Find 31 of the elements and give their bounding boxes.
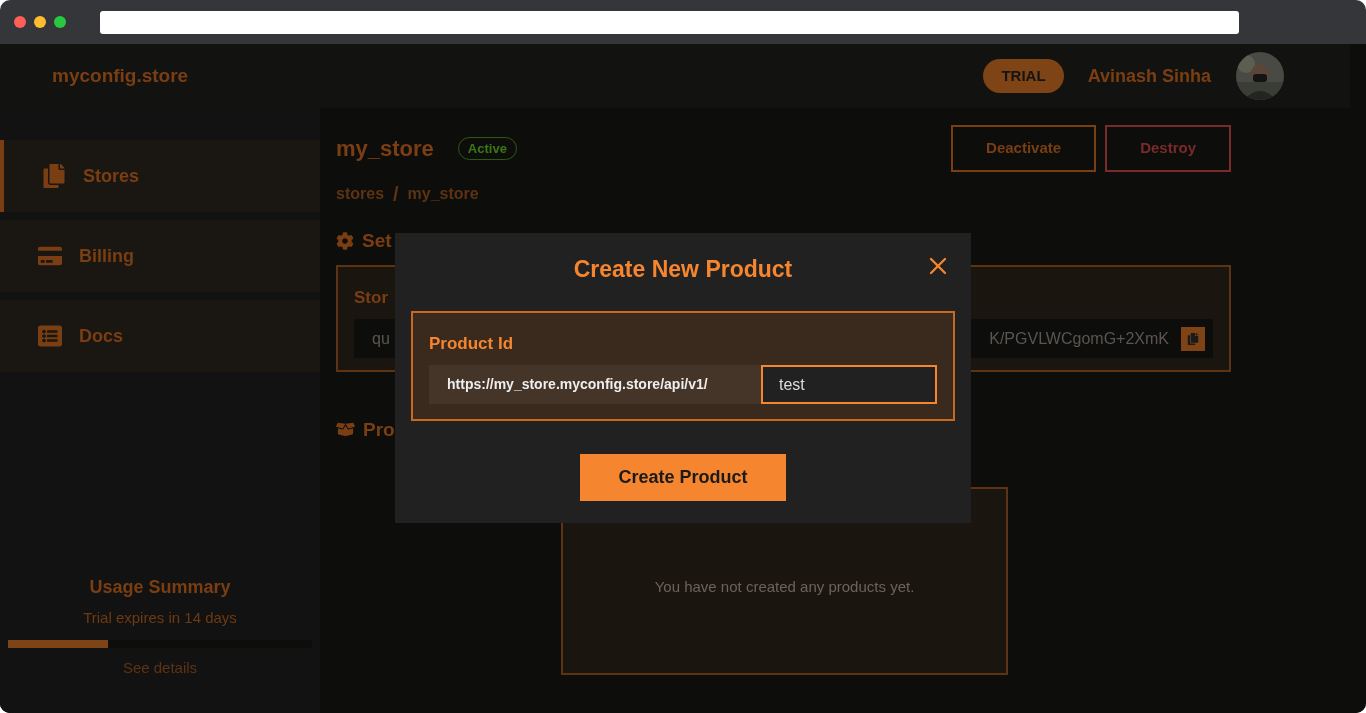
dialog-title: Create New Product bbox=[573, 255, 793, 284]
usage-subtitle: Trial expires in 14 days bbox=[83, 608, 237, 628]
list-icon bbox=[38, 324, 62, 348]
logo[interactable]: myconfig.store bbox=[52, 61, 189, 91]
url-prefix: https://my_store.myconfig.store/api/v1/ bbox=[429, 365, 761, 404]
plan-badge: TRIAL bbox=[983, 58, 1064, 94]
sidebar-item[interactable]: Billing bbox=[0, 220, 320, 292]
copy-button[interactable] bbox=[1181, 326, 1205, 351]
user-name[interactable]: Avinash Sinha bbox=[1087, 62, 1211, 90]
section-heading: Pro bbox=[363, 417, 395, 442]
breadcrumb-current: my_store bbox=[407, 184, 479, 204]
see-details-link[interactable]: See details bbox=[122, 656, 198, 679]
credit-card-icon bbox=[38, 244, 62, 268]
empty-message: You have not created any products yet. bbox=[654, 576, 915, 597]
section-heading: Set bbox=[362, 229, 392, 253]
product-id-input[interactable]: test bbox=[761, 365, 937, 404]
breadcrumb-link[interactable]: stores bbox=[336, 182, 385, 206]
gear-icon bbox=[336, 232, 354, 251]
stack-icon bbox=[42, 164, 66, 188]
sidebar-item[interactable]: Stores bbox=[0, 140, 320, 212]
page-title: my_store bbox=[336, 135, 434, 163]
usage-title: Usage Summary bbox=[89, 576, 231, 599]
sidebar-item[interactable]: Docs bbox=[0, 300, 320, 372]
copy-icon bbox=[1187, 332, 1199, 345]
deactivate-button[interactable]: Deactivate bbox=[951, 125, 1097, 172]
field-label: Product Id bbox=[429, 332, 515, 355]
card-label: Stor bbox=[354, 286, 389, 309]
address-bar[interactable] bbox=[100, 10, 1239, 34]
destroy-button[interactable]: Destroy bbox=[1105, 125, 1231, 172]
breadcrumb-separator: / bbox=[393, 182, 399, 207]
create-product-button[interactable]: Create Product bbox=[580, 453, 786, 501]
